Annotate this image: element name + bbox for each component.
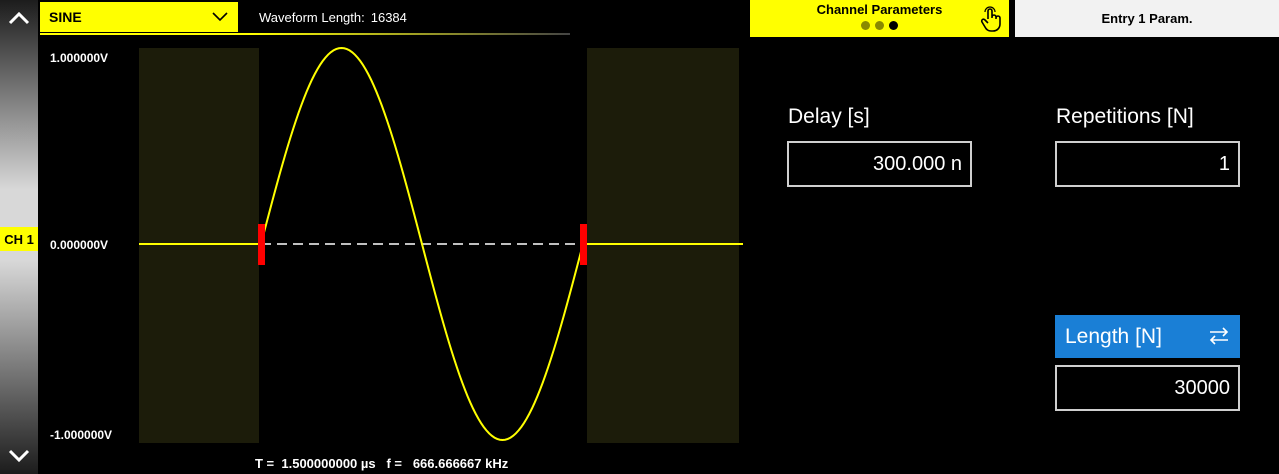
repetitions-field[interactable]: 1 [1055, 141, 1240, 187]
page-dot [861, 21, 870, 30]
chevron-down-icon[interactable] [6, 446, 32, 466]
delay-field[interactable]: 300.000 n [787, 141, 972, 187]
waveform-type-dropdown[interactable]: SINE [40, 2, 238, 32]
page-indicator [861, 21, 898, 30]
chevron-down-icon [212, 12, 228, 22]
pre-delay-region [139, 48, 259, 443]
tab-channel-parameters-label: Channel Parameters [816, 2, 943, 17]
swap-arrows-icon [1209, 327, 1229, 345]
waveform-length-label: Waveform Length: [259, 10, 365, 25]
post-region [587, 48, 739, 443]
repetitions-label: Repetitions [N] [1056, 105, 1194, 128]
channel-label[interactable]: CH 1 [0, 227, 38, 251]
start-marker[interactable] [258, 224, 265, 265]
waveform-length-info: Waveform Length: 16384 [259, 10, 407, 25]
length-label: Length [N] [1065, 324, 1162, 348]
chevron-up-icon[interactable] [6, 8, 32, 28]
length-mode-button[interactable]: Length [N] [1055, 315, 1240, 358]
end-marker[interactable] [580, 224, 587, 265]
header-divider [40, 33, 570, 35]
page-dot-active [889, 21, 898, 30]
waveform-length-value: 16384 [370, 10, 407, 25]
hand-pointer-icon [980, 6, 1001, 32]
page-dot [875, 21, 884, 30]
delay-label: Delay [s] [788, 105, 870, 128]
tab-entry-parameters[interactable]: Entry 1 Param. [1015, 0, 1279, 37]
y-axis-min-label: -1.000000V [50, 428, 113, 442]
period-frequency-info: T = 1.500000000 µs f = 666.666667 kHz [255, 456, 509, 471]
waveform-plot [139, 46, 743, 443]
y-axis-zero-label: 0.000000V [50, 238, 109, 252]
waveform-type-label: SINE [49, 9, 82, 25]
length-field[interactable]: 30000 [1055, 365, 1240, 411]
tab-channel-parameters[interactable]: Channel Parameters [750, 0, 1009, 37]
y-axis-max-label: 1.000000V [50, 51, 109, 65]
